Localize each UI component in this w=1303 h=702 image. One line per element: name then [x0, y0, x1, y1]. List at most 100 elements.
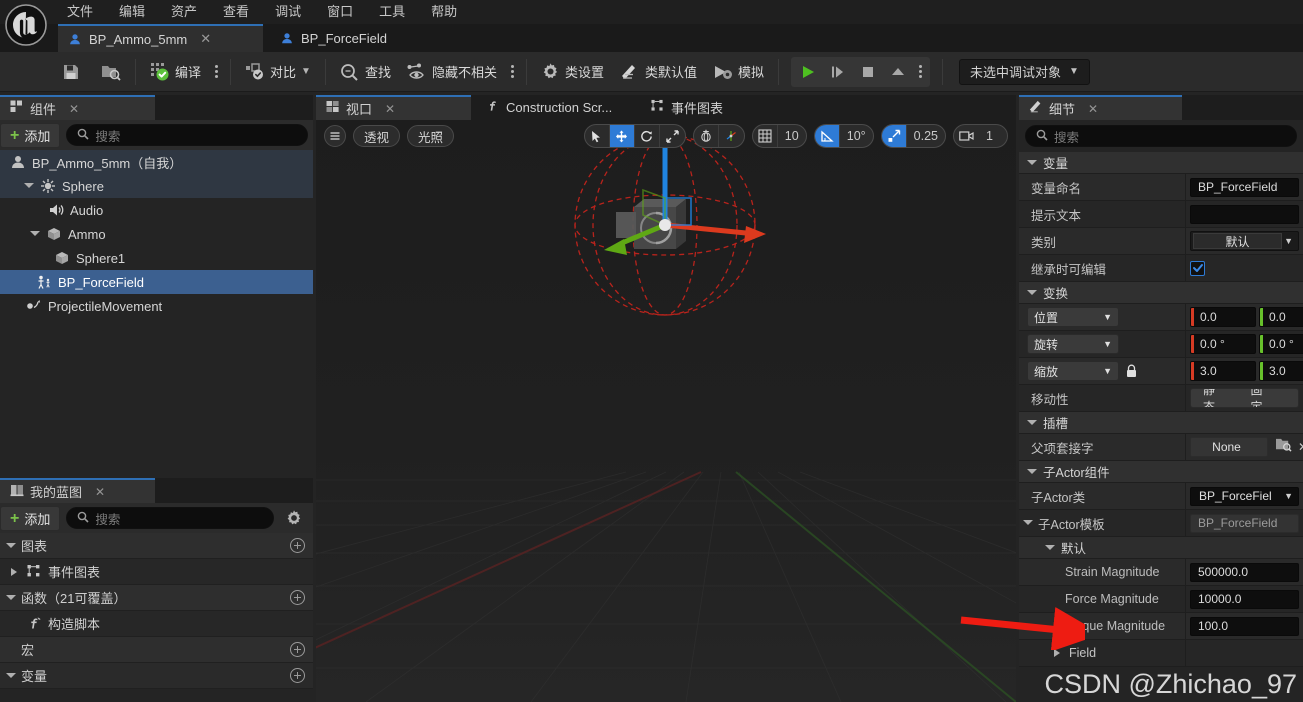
tree-item-sphere1[interactable]: Sphere1: [0, 246, 313, 270]
camera-speed-value[interactable]: 1: [979, 125, 1007, 147]
rotation-y-field[interactable]: 0.0 °: [1259, 334, 1303, 354]
angle-snap-toggle[interactable]: [814, 125, 840, 147]
compile-button[interactable]: 编译: [142, 57, 209, 87]
chevron-down-icon[interactable]: [6, 541, 16, 551]
rotation-x-field[interactable]: 0.0 °: [1190, 334, 1256, 354]
viewport-3d-canvas[interactable]: 透视 光照 10 10° 0.25 1: [316, 120, 1016, 702]
editable-on-instance-checkbox[interactable]: [1190, 260, 1205, 276]
details-search-input[interactable]: 搜索: [1025, 125, 1297, 147]
section-macros[interactable]: 宏: [0, 637, 313, 663]
force-magnitude-field[interactable]: 10000.0: [1190, 589, 1299, 609]
stop-button[interactable]: [853, 58, 883, 86]
hide-unrelated-button[interactable]: 隐藏不相关: [399, 57, 505, 87]
chevron-down-icon[interactable]: [1045, 543, 1055, 553]
viewport-menu-button[interactable]: [324, 125, 346, 147]
category-dropdown[interactable]: 默认 ▼: [1190, 231, 1299, 251]
find-button[interactable]: 查找: [332, 57, 399, 87]
class-defaults-button[interactable]: 类默认值: [612, 57, 705, 87]
location-y-field[interactable]: 0.0: [1259, 307, 1303, 327]
viewport-view-mode-button[interactable]: 透视: [353, 125, 401, 147]
location-x-field[interactable]: 0.0: [1190, 307, 1256, 327]
menu-help[interactable]: 帮助: [418, 0, 470, 24]
surface-snap-toggle[interactable]: [719, 125, 744, 147]
world-space-toggle[interactable]: [694, 125, 719, 147]
close-icon[interactable]: ✕: [385, 102, 395, 116]
chevron-down-icon[interactable]: [6, 671, 16, 681]
tree-item-audio[interactable]: Audio: [0, 198, 313, 222]
tree-item-sphere[interactable]: Sphere: [0, 174, 313, 198]
details-section-default[interactable]: 默认: [1019, 537, 1303, 559]
tree-item-bp-forcefield[interactable]: BP_ForceField: [0, 270, 313, 294]
tab-components[interactable]: 组件 ✕: [0, 95, 155, 120]
camera-speed-toggle[interactable]: [954, 125, 979, 147]
tab-bp-forcefield[interactable]: BP_ForceField: [270, 24, 397, 52]
item-event-graph[interactable]: 事件图表: [0, 559, 313, 585]
tab-construction-script[interactable]: Construction Scr...: [476, 95, 622, 120]
class-settings-button[interactable]: 类设置: [533, 57, 612, 87]
tree-item-bp-ammo-5mm[interactable]: BP_Ammo_5mm（自我）: [0, 150, 313, 174]
chevron-right-icon[interactable]: [1053, 648, 1063, 658]
lock-icon[interactable]: [1123, 364, 1139, 378]
add-macro-button[interactable]: [290, 642, 305, 657]
mobility-stationary-button[interactable]: 固定: [1239, 389, 1287, 407]
debug-target-dropdown[interactable]: 未选中调试对象 ▼: [959, 58, 1090, 85]
grid-snap-value[interactable]: 10: [778, 125, 806, 147]
section-graphs[interactable]: 图表: [0, 533, 313, 559]
my-blueprint-search-input[interactable]: 搜索: [66, 507, 274, 529]
details-section-variable[interactable]: 变量: [1019, 152, 1303, 174]
scale-snap-value[interactable]: 0.25: [907, 125, 945, 147]
select-tool-button[interactable]: [585, 125, 610, 147]
add-function-button[interactable]: [290, 590, 305, 605]
close-icon[interactable]: ✕: [69, 102, 79, 116]
step-button[interactable]: [823, 58, 853, 86]
tab-my-blueprint[interactable]: 我的蓝图 ✕: [0, 478, 155, 503]
chevron-down-icon[interactable]: [6, 593, 16, 603]
tab-details[interactable]: 细节 ✕: [1019, 95, 1182, 120]
strain-magnitude-field[interactable]: 500000.0: [1190, 562, 1299, 582]
simulate-button[interactable]: 模拟: [705, 57, 772, 87]
menu-window[interactable]: 窗口: [314, 0, 366, 24]
variable-name-field[interactable]: BP_ForceField: [1190, 177, 1299, 197]
hide-unrelated-options-button[interactable]: [505, 65, 520, 78]
chevron-down-icon[interactable]: [1027, 288, 1037, 298]
translate-tool-button[interactable]: [609, 125, 635, 147]
browse-icon[interactable]: [1275, 437, 1292, 457]
scale-x-field[interactable]: 3.0: [1190, 361, 1256, 381]
scale-snap-toggle[interactable]: [881, 125, 907, 147]
clear-icon[interactable]: ✕: [1298, 440, 1303, 454]
grid-snap-toggle[interactable]: [753, 125, 778, 147]
parent-socket-field[interactable]: None: [1190, 437, 1268, 457]
mobility-static-button[interactable]: 静态: [1191, 389, 1239, 407]
play-button[interactable]: [793, 58, 823, 86]
angle-snap-value[interactable]: 10°: [840, 125, 873, 147]
close-icon[interactable]: ✕: [200, 31, 211, 47]
menu-view[interactable]: 查看: [210, 0, 262, 24]
location-mode-dropdown[interactable]: 位置 ▼: [1027, 307, 1119, 327]
chevron-down-icon[interactable]: [1023, 518, 1033, 528]
chevron-down-icon[interactable]: [30, 229, 40, 239]
gear-icon[interactable]: [285, 509, 303, 527]
child-actor-class-dropdown[interactable]: BP_ForceFiel ▼: [1190, 486, 1299, 506]
mobility-movable-button[interactable]: [1286, 389, 1298, 407]
compile-options-button[interactable]: [209, 65, 224, 78]
menu-debug[interactable]: 调试: [262, 0, 314, 24]
tab-event-graph[interactable]: 事件图表: [641, 95, 733, 120]
browse-to-asset-button[interactable]: [93, 57, 129, 87]
play-options-button[interactable]: [913, 65, 928, 78]
tab-bp-ammo-5mm[interactable]: BP_Ammo_5mm ✕: [58, 24, 263, 52]
chevron-down-icon[interactable]: [1027, 467, 1037, 477]
add-blueprint-item-button[interactable]: + 添加: [0, 505, 61, 531]
details-section-child-actor-component[interactable]: 子Actor组件: [1019, 461, 1303, 483]
add-graph-button[interactable]: [290, 538, 305, 553]
save-button[interactable]: [54, 57, 93, 87]
torque-magnitude-field[interactable]: 100.0: [1190, 616, 1299, 636]
scale-mode-dropdown[interactable]: 缩放 ▼: [1027, 361, 1119, 381]
tab-viewport[interactable]: 视口 ✕: [316, 95, 471, 120]
add-component-button[interactable]: + 添加: [0, 122, 61, 148]
menu-file[interactable]: 文件: [54, 0, 106, 24]
item-construction-script[interactable]: 构造脚本: [0, 611, 313, 637]
diff-button[interactable]: 对比 ▼: [237, 57, 319, 87]
tooltip-text-field[interactable]: [1190, 204, 1299, 224]
scale-tool-button[interactable]: [660, 125, 685, 147]
scale-y-field[interactable]: 3.0: [1259, 361, 1303, 381]
